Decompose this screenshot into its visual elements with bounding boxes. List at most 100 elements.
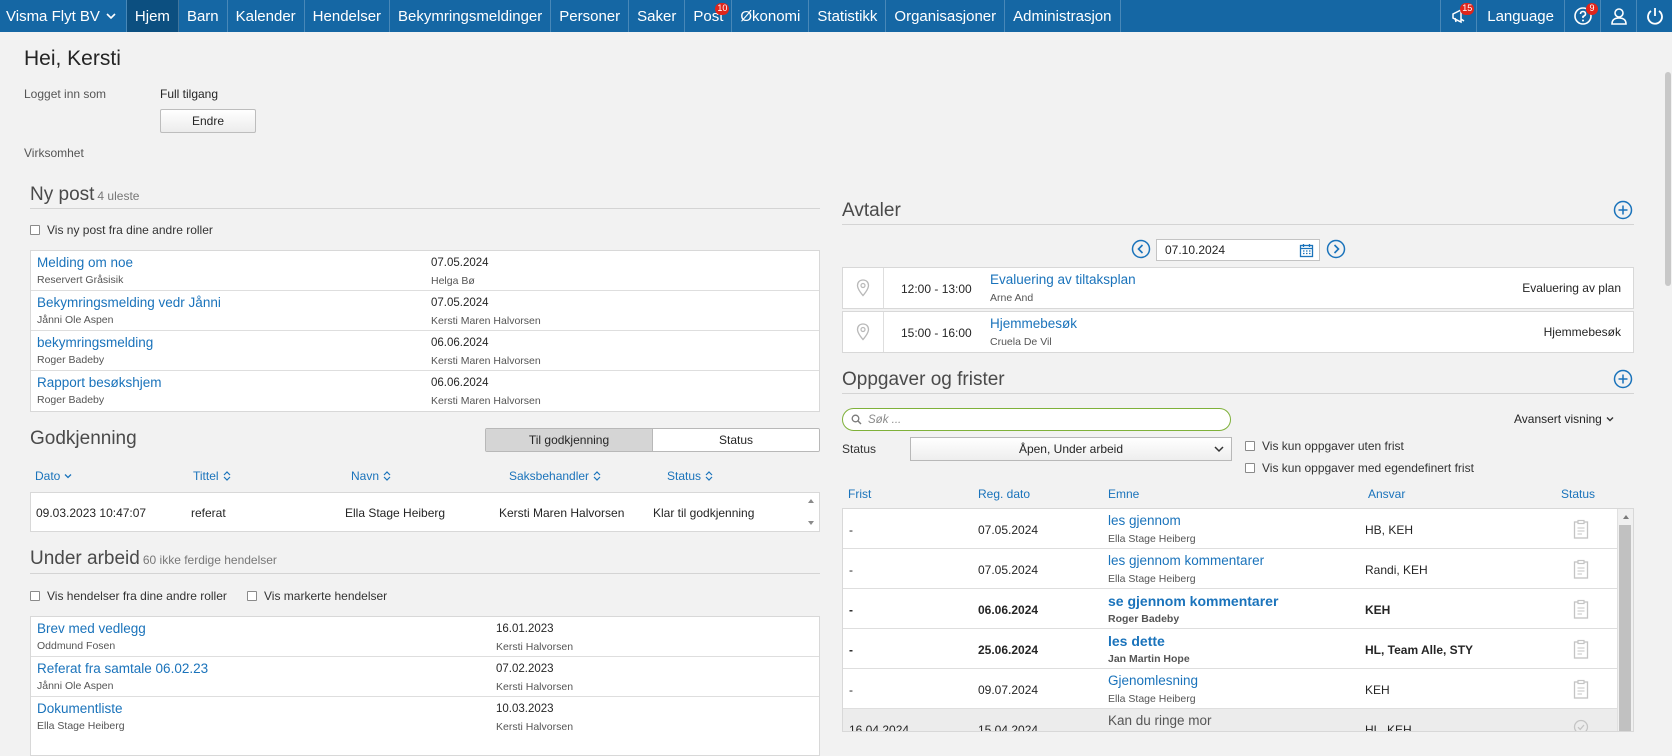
checkbox-label: Vis hendelser fra dine andre roller — [47, 589, 227, 603]
list-item[interactable]: Rapport besøkshjem Roger Badeby 06.06.20… — [31, 371, 819, 411]
task-title-link[interactable]: les gjennom kommentarer — [1108, 553, 1264, 568]
advanced-view-toggle[interactable]: Avansert visning — [1514, 412, 1615, 426]
column-header-task-status[interactable]: Status — [1561, 487, 1595, 501]
nav-item-bekymringsmeldinger[interactable]: Bekymringsmeldinger — [390, 0, 552, 32]
notifications-button[interactable]: 15 — [1440, 0, 1476, 32]
profile-button[interactable] — [1600, 0, 1636, 32]
column-header-frist[interactable]: Frist — [848, 487, 871, 501]
table-row[interactable]: - 07.05.2024 les gjennom kommentarer Ell… — [843, 549, 1617, 589]
appointment-item[interactable]: 12:00 - 13:00 Evaluering av tiltaksplan … — [842, 267, 1634, 309]
tab-status[interactable]: Status — [653, 429, 819, 451]
appointment-date-field[interactable]: 07.10.2024 — [1156, 239, 1320, 261]
list-item[interactable]: Referat fra samtale 06.02.23 Jånni Ole A… — [31, 657, 819, 697]
column-header-navn[interactable]: Navn — [351, 469, 391, 483]
post-title-link[interactable]: Rapport besøkshjem — [37, 375, 162, 390]
nav-item-label: Barn — [186, 7, 219, 25]
event-date: 16.01.2023 — [496, 623, 554, 635]
nav-item-barn[interactable]: Barn — [179, 0, 228, 32]
table-row[interactable]: - 09.07.2024 Gjenomlesning Ella Stage He… — [843, 669, 1617, 709]
nav-item-okonomi[interactable]: Økonomi — [732, 0, 810, 32]
task-title-link[interactable]: Kan du ringe mor — [1108, 713, 1212, 728]
nav-item-hendelser[interactable]: Hendelser — [305, 0, 391, 32]
previous-day-icon[interactable] — [1131, 239, 1151, 259]
table-row[interactable]: 16.04.2024 15.04.2024 Kan du ringe mor H… — [843, 709, 1617, 732]
list-item[interactable]: Brev med vedlegg Oddmund Fosen 16.01.202… — [31, 617, 819, 657]
table-row[interactable]: - 25.06.2024 les dette Jan Martin Hope H… — [843, 629, 1617, 669]
nav-item-kalender[interactable]: Kalender — [228, 0, 305, 32]
clipboard-icon[interactable] — [1573, 519, 1589, 539]
status-filter-label: Status — [842, 442, 877, 456]
clipboard-icon[interactable] — [1573, 599, 1589, 619]
appointment-person: Arne And — [990, 292, 1034, 304]
appointment-time: 12:00 - 13:00 — [901, 282, 972, 296]
nav-item-personer[interactable]: Personer — [551, 0, 630, 32]
post-unread-badge: 10 — [715, 3, 730, 15]
list-item[interactable]: Melding om noe Reservert Gråsisik 07.05.… — [31, 251, 819, 291]
post-title-link[interactable]: Melding om noe — [37, 255, 133, 270]
column-header-saksbehandler[interactable]: Saksbehandler — [509, 469, 601, 483]
appointment-title-link[interactable]: Hjemmebesøk — [990, 316, 1077, 331]
list-item[interactable]: bekymringsmelding Roger Badeby 06.06.202… — [31, 331, 819, 371]
task-deadline: - — [849, 563, 853, 577]
column-header-status[interactable]: Status — [667, 469, 713, 483]
status-filter-select[interactable]: Åpen, Under arbeid — [910, 437, 1232, 461]
no-deadline-checkbox[interactable] — [1245, 441, 1255, 451]
event-caseworker: Kersti Halvorsen — [496, 641, 574, 653]
calendar-icon[interactable] — [1299, 243, 1314, 258]
language-button[interactable]: Language — [1476, 0, 1564, 32]
event-title-link[interactable]: Dokumentliste — [37, 701, 123, 716]
column-header-tittel[interactable]: Tittel — [193, 469, 231, 483]
change-role-button[interactable]: Endre — [160, 109, 256, 133]
nav-brand-switcher[interactable]: Visma Flyt BV — [0, 0, 127, 32]
task-title-link[interactable]: les gjennom — [1108, 513, 1181, 528]
task-scrollbar-thumb[interactable] — [1619, 525, 1631, 731]
ny-post-other-roles-checkbox[interactable] — [30, 225, 40, 235]
column-header-reg-dato[interactable]: Reg. dato — [978, 487, 1030, 501]
under-arbeid-other-roles-checkbox[interactable] — [30, 591, 40, 601]
event-title-link[interactable]: Brev med vedlegg — [37, 621, 146, 636]
next-day-icon[interactable] — [1326, 239, 1346, 259]
nav-item-saker[interactable]: Saker — [629, 0, 686, 32]
column-header-emne[interactable]: Emne — [1108, 487, 1139, 501]
add-appointment-icon[interactable] — [1613, 200, 1633, 220]
help-button[interactable]: 9 — [1564, 0, 1600, 32]
page-scrollbar[interactable] — [1664, 32, 1672, 732]
custom-deadline-checkbox[interactable] — [1245, 463, 1255, 473]
task-title-link[interactable]: se gjennom kommentarer — [1108, 593, 1278, 609]
logout-button[interactable] — [1636, 0, 1672, 32]
list-item[interactable]: Bekymringsmelding vedr Jånni Jånni Ole A… — [31, 291, 819, 331]
task-search-input[interactable] — [868, 413, 1208, 426]
task-title-link[interactable]: Gjenomlesning — [1108, 673, 1198, 688]
post-title-link[interactable]: bekymringsmelding — [37, 335, 153, 350]
list-item[interactable]: Dokumentliste Ella Stage Heiberg 10.03.2… — [31, 697, 819, 737]
nav-item-post[interactable]: Post 10 — [685, 0, 733, 32]
check-circle-icon[interactable] — [1573, 719, 1589, 732]
tab-til-godkjenning[interactable]: Til godkjenning — [486, 429, 653, 451]
task-title-link[interactable]: les dette — [1108, 633, 1165, 649]
nav-item-statistikk[interactable]: Statistikk — [809, 0, 887, 32]
table-row[interactable]: - 06.06.2024 se gjennom kommentarer Roge… — [843, 589, 1617, 629]
page-scrollbar-thumb[interactable] — [1665, 72, 1671, 286]
post-title-link[interactable]: Bekymringsmelding vedr Jånni — [37, 295, 221, 310]
nav-item-organisasjoner[interactable]: Organisasjoner — [886, 0, 1006, 32]
nav-item-hjem[interactable]: Hjem — [126, 0, 179, 32]
clipboard-icon[interactable] — [1573, 559, 1589, 579]
add-task-icon[interactable] — [1613, 369, 1633, 389]
scroll-up-icon[interactable] — [1621, 512, 1631, 522]
scroll-up-icon[interactable] — [806, 496, 816, 506]
task-registered-date: 09.07.2024 — [978, 683, 1039, 697]
column-header-dato[interactable]: Dato — [35, 469, 72, 483]
scroll-down-icon[interactable] — [806, 518, 816, 528]
post-sender: Reservert Gråsisik — [37, 274, 124, 286]
column-header-ansvar[interactable]: Ansvar — [1368, 487, 1405, 501]
appointment-item[interactable]: 15:00 - 16:00 Hjemmebesøk Cruela De Vil … — [842, 311, 1634, 353]
table-row[interactable]: - 07.05.2024 les gjennom Ella Stage Heib… — [843, 509, 1617, 549]
task-scrollbar[interactable] — [1617, 509, 1633, 731]
nav-item-administrasjon[interactable]: Administrasjon — [1005, 0, 1121, 32]
appointment-title-link[interactable]: Evaluering av tiltaksplan — [990, 272, 1136, 287]
clipboard-icon[interactable] — [1573, 639, 1589, 659]
clipboard-icon[interactable] — [1573, 679, 1589, 699]
event-title-link[interactable]: Referat fra samtale 06.02.23 — [37, 661, 208, 676]
task-responsible: Randi, KEH — [1365, 563, 1428, 577]
under-arbeid-marked-checkbox[interactable] — [247, 591, 257, 601]
